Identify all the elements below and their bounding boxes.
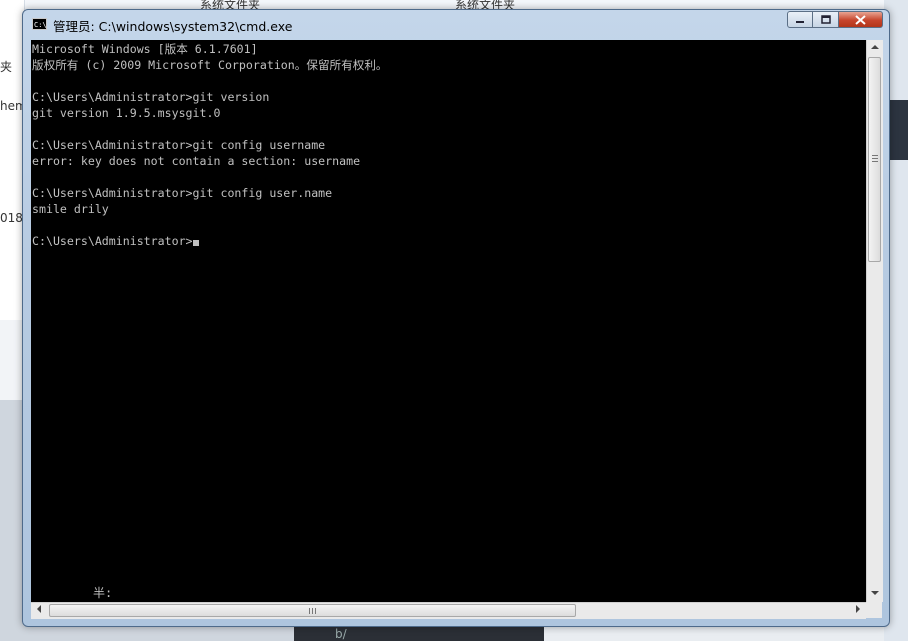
- console-line: C:\Users\Administrator>git version: [32, 90, 270, 104]
- text-cursor: [192, 240, 199, 246]
- background-text-fragment: b/: [335, 627, 347, 641]
- scroll-down-button[interactable]: [867, 586, 883, 602]
- console-icon[interactable]: C:\: [32, 18, 47, 30]
- console-line: C:\Users\Administrator>git config userna…: [32, 138, 326, 152]
- console-text: Microsoft Windows [版本 6.1.7601] 版权所有 (c) …: [32, 41, 388, 249]
- chevron-up-icon: [871, 45, 879, 49]
- vertical-scroll-thumb[interactable]: [868, 57, 881, 262]
- scroll-left-button[interactable]: [31, 603, 47, 619]
- minimize-icon: [796, 20, 804, 23]
- horizontal-scroll-thumb[interactable]: [49, 604, 576, 617]
- window-title: 管理员: C:\windows\system32\cmd.exe: [53, 19, 293, 34]
- background-text-fragment: 夹: [0, 60, 13, 74]
- resize-grip[interactable]: [866, 602, 882, 618]
- ime-status: 半:: [93, 586, 113, 600]
- close-icon: [855, 14, 866, 25]
- console-output[interactable]: Microsoft Windows [版本 6.1.7601] 版权所有 (c) …: [31, 40, 866, 602]
- horizontal-scrollbar[interactable]: [31, 602, 866, 619]
- chevron-down-icon: [871, 591, 879, 595]
- maximize-icon: [820, 14, 831, 24]
- chevron-right-icon: [856, 605, 860, 613]
- console-line: C:\Users\Administrator>git config user.n…: [32, 186, 333, 200]
- prompt-text: C:\Users\Administrator>: [32, 234, 193, 248]
- caption-buttons: [787, 11, 883, 30]
- console-line: git version 1.9.5.msysgit.0: [32, 106, 221, 120]
- prompt-line[interactable]: C:\Users\Administrator>: [32, 233, 388, 249]
- scroll-right-button[interactable]: [850, 603, 866, 619]
- console-line: smile drily: [32, 202, 109, 216]
- console-line: 版权所有 (c) 2009 Microsoft Corporation。保留所有…: [32, 58, 388, 72]
- console-line: error: key does not contain a section: u…: [32, 154, 361, 168]
- chevron-left-icon: [37, 605, 41, 613]
- minimize-button[interactable]: [787, 11, 813, 28]
- title-bar[interactable]: C:\ 管理员: C:\windows\system32\cmd.exe: [23, 10, 889, 38]
- vertical-scrollbar[interactable]: [866, 40, 883, 602]
- cmd-window[interactable]: C:\ 管理员: C:\windows\system32\cmd.exe Mic…: [22, 9, 890, 627]
- maximize-button[interactable]: [813, 11, 839, 28]
- background-explorer-footer: [0, 320, 24, 400]
- console-line: Microsoft Windows [版本 6.1.7601]: [32, 42, 258, 56]
- close-button[interactable]: [839, 11, 883, 28]
- scroll-up-button[interactable]: [867, 40, 883, 56]
